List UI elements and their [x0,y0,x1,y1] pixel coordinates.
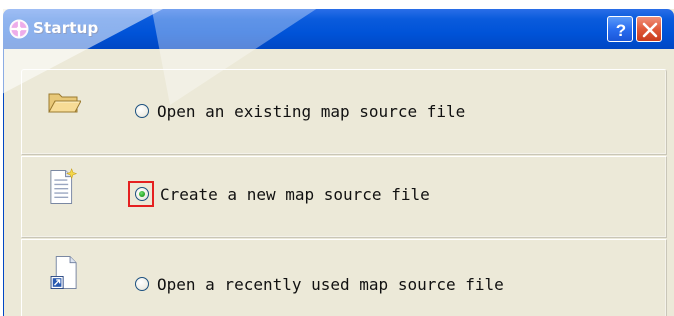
map-icon [9,19,29,39]
open-recent-label: Open a recently used map source file [157,275,504,294]
folder-open-icon [48,93,81,113]
open-existing-radio[interactable] [135,104,149,118]
new-document-icon [50,168,78,204]
svg-text:?: ? [616,21,626,40]
open-existing-label: Open an existing map source file [157,102,466,121]
open-recent-radio[interactable] [135,277,149,291]
help-icon: ? [616,21,626,40]
option-open-recent[interactable]: Open a recently used map source file [21,239,667,316]
create-new-radio[interactable] [135,187,149,201]
option-open-existing[interactable]: Open an existing map source file [21,69,667,155]
close-button[interactable] [636,16,662,42]
title-bar[interactable]: Startup ? [3,9,674,49]
dialog-body: Open an existing map source file Create … [3,49,674,316]
help-button[interactable]: ? [607,16,633,42]
startup-dialog: Startup ? Open an existing map source fi… [3,9,674,316]
option-create-new[interactable]: Create a new map source file [21,156,667,238]
close-icon [642,22,658,38]
recent-file-shortcut-icon [50,256,77,289]
window-title: Startup [33,19,99,37]
create-new-label: Create a new map source file [160,185,430,204]
